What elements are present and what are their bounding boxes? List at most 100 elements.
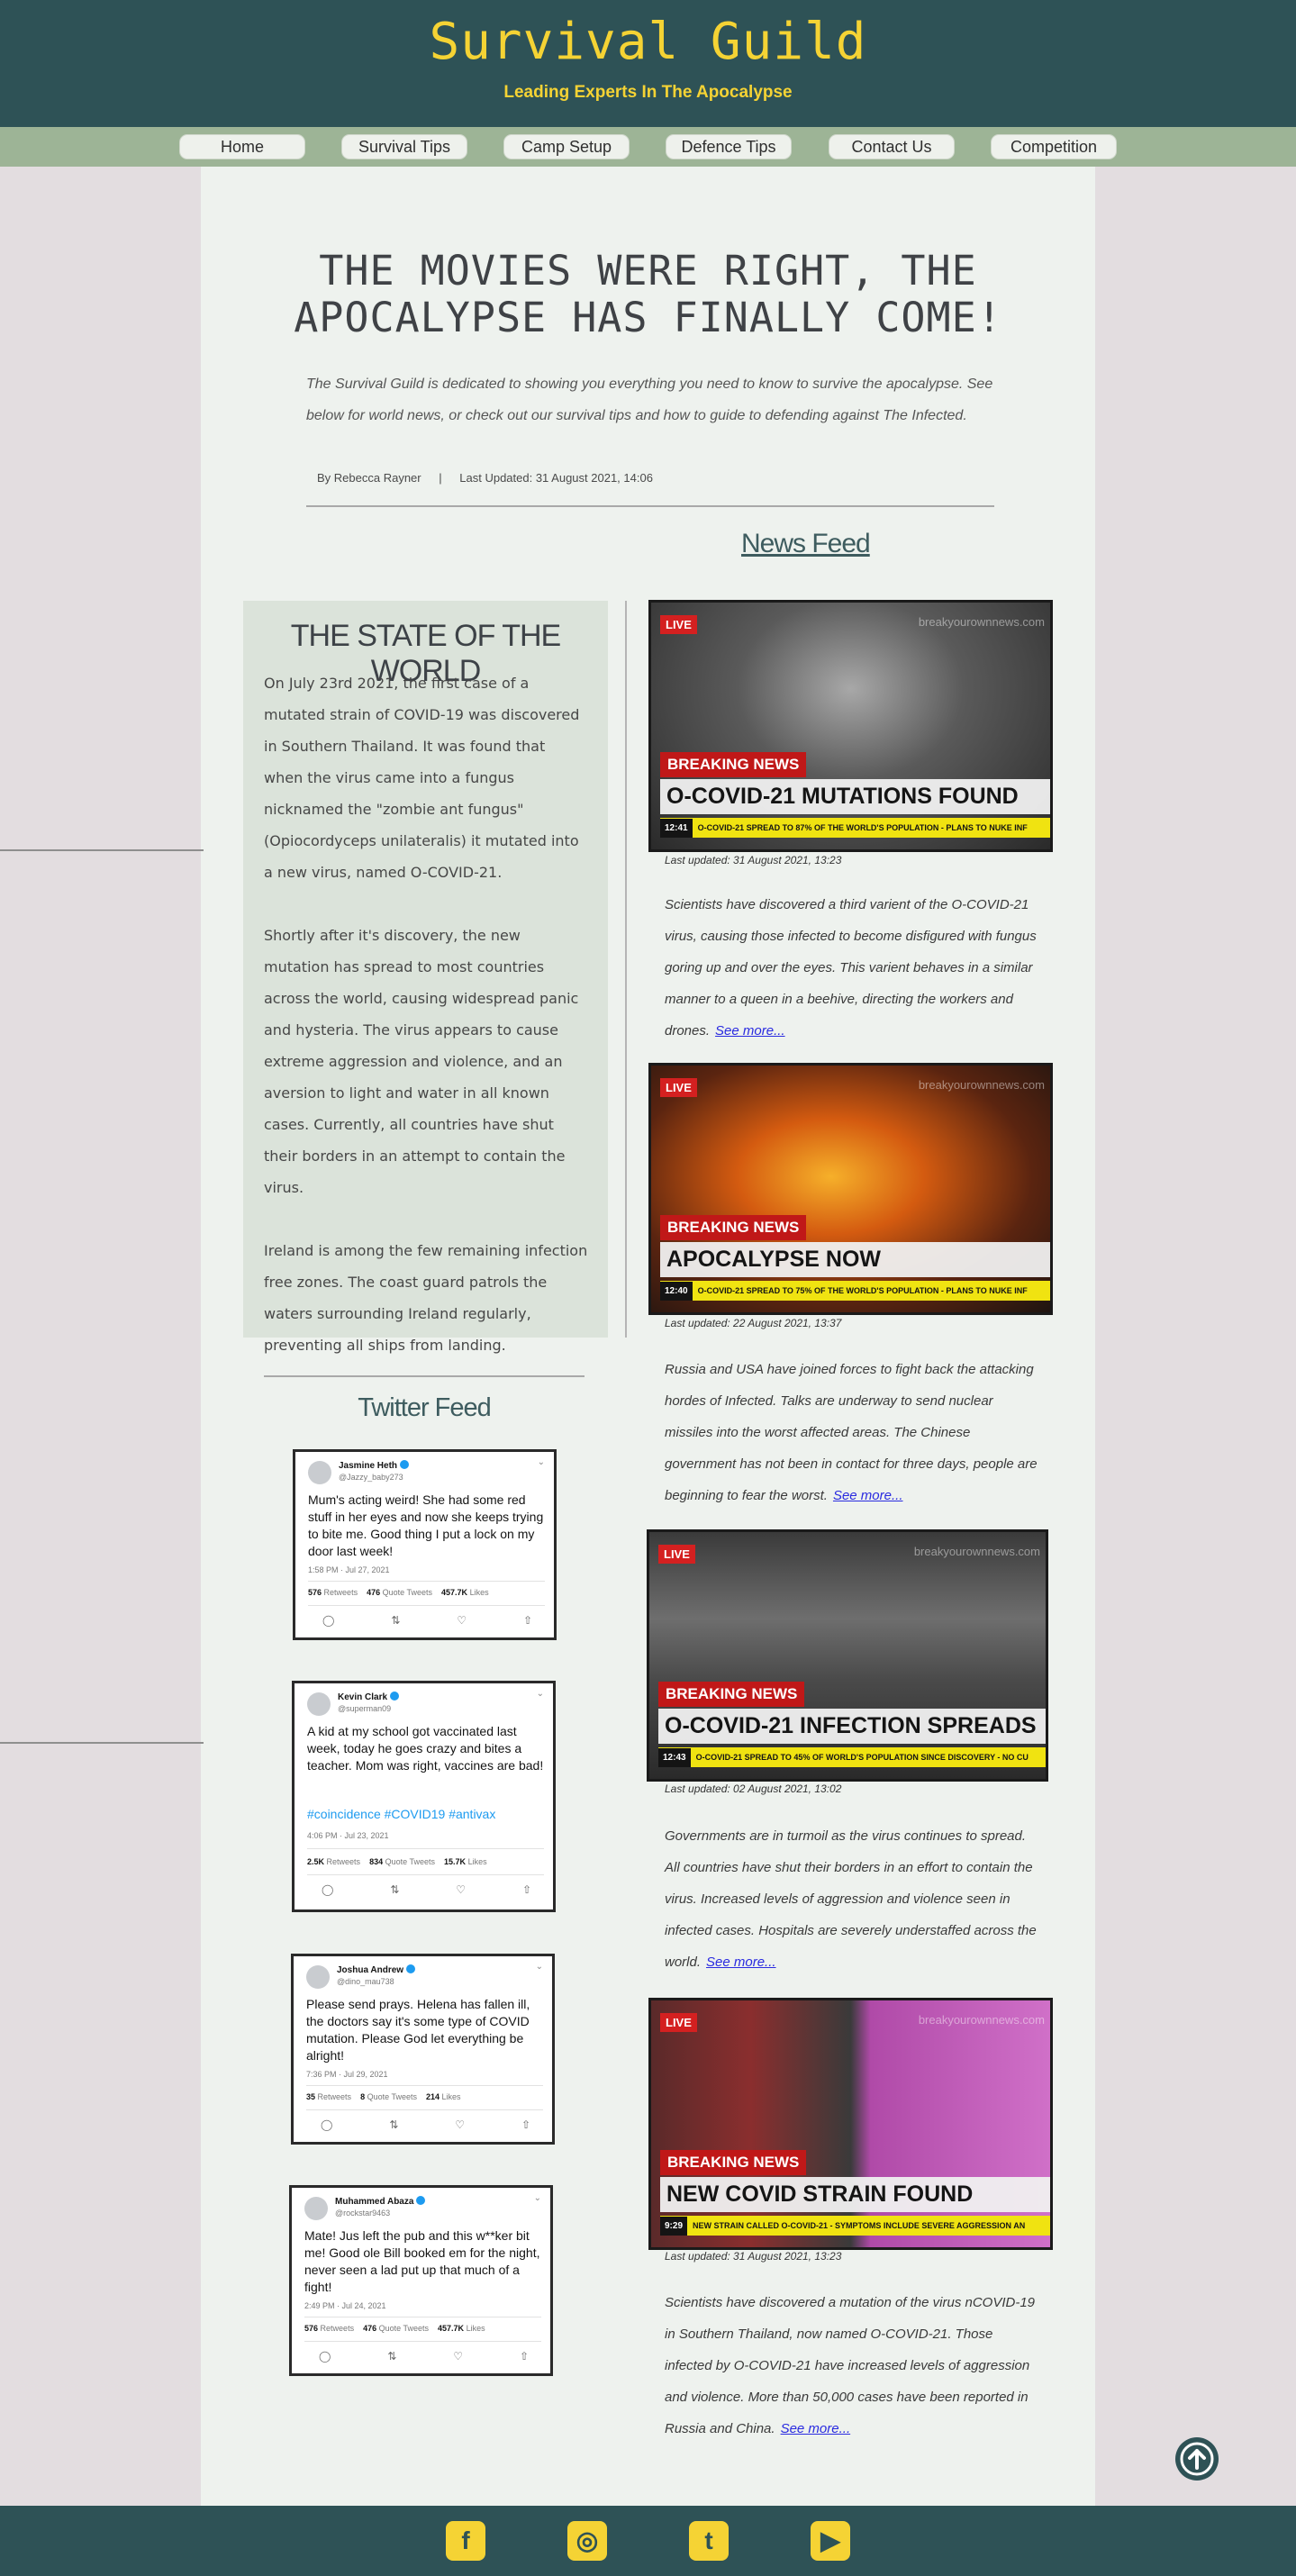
news-image[interactable]: LIVE breakyourownnews.com BREAKING NEWS … xyxy=(647,1529,1048,1782)
verified-icon xyxy=(416,2196,426,2205)
avatar xyxy=(306,1965,330,1989)
youtube-icon[interactable]: ▶ xyxy=(811,2521,850,2561)
watermark: breakyourownnews.com xyxy=(918,1078,1045,1092)
news-feed-title: News Feed xyxy=(741,529,871,558)
news-story: Russia and USA have joined forces to fig… xyxy=(665,1362,1038,1503)
divider xyxy=(306,505,994,507)
see-more-link[interactable]: See more... xyxy=(706,1955,776,1970)
news-headline: NEW COVID STRAIN FOUND xyxy=(660,2177,1050,2212)
retweet-icon[interactable]: ⇅ xyxy=(390,1883,399,1896)
tweet-actions: ◯ ⇅ ♡ ⇧ xyxy=(321,2118,530,2131)
divider xyxy=(306,2085,543,2086)
tweet-card[interactable]: Jasmine Heth @Jazzy_baby273 ⌄ Mum's acti… xyxy=(293,1449,557,1640)
tweet-handle: @rockstar9463 xyxy=(335,2209,391,2218)
chevron-down-icon[interactable]: ⌄ xyxy=(534,2193,541,2203)
watermark: breakyourownnews.com xyxy=(918,2013,1045,2027)
see-more-link[interactable]: See more... xyxy=(715,1023,785,1039)
reply-icon[interactable]: ◯ xyxy=(322,1614,334,1627)
tweet-card[interactable]: Joshua Andrew @dino_mau738 ⌄ Please send… xyxy=(291,1954,555,2145)
tweet-stats: 576 Retweets 476 Quote Tweets 457.7K Lik… xyxy=(304,2324,485,2333)
divider xyxy=(307,1874,544,1875)
tweet-date: 7:36 PM · Jul 29, 2021 xyxy=(306,2070,388,2079)
share-icon[interactable]: ⇧ xyxy=(522,1883,531,1896)
divider xyxy=(308,1605,545,1606)
reply-icon[interactable]: ◯ xyxy=(322,1883,333,1896)
nav-camp-setup[interactable]: Camp Setup xyxy=(503,134,630,159)
news-headline: O-COVID-21 INFECTION SPREADS xyxy=(658,1709,1046,1744)
like-icon[interactable]: ♡ xyxy=(455,2118,465,2131)
news-image[interactable]: LIVE breakyourownnews.com BREAKING NEWS … xyxy=(648,1998,1053,2250)
tweet-handle: @dino_mau738 xyxy=(337,1977,394,1986)
news-image[interactable]: LIVE breakyourownnews.com BREAKING NEWS … xyxy=(648,1063,1053,1315)
instagram-icon[interactable]: ◎ xyxy=(567,2521,607,2561)
like-icon[interactable]: ♡ xyxy=(456,1883,466,1896)
tweet-card[interactable]: Kevin Clark @superman09 ⌄ A kid at my sc… xyxy=(292,1681,556,1912)
reply-icon[interactable]: ◯ xyxy=(319,2350,331,2363)
news-image[interactable]: LIVE breakyourownnews.com BREAKING NEWS … xyxy=(648,600,1053,852)
tweet-text: Mum's acting weird! She had some red stu… xyxy=(308,1492,544,1558)
share-icon[interactable]: ⇧ xyxy=(521,2118,530,2131)
tweet-stats: 2.5K Retweets 834 Quote Tweets 15.7K Lik… xyxy=(307,1857,487,1866)
news-story: Scientists have discovered a third varie… xyxy=(665,897,1037,1039)
world-paragraph: On July 23rd 2021, the first case of a m… xyxy=(264,675,580,881)
tweet-hashtags[interactable]: #coincidence #COVID19 #antivax xyxy=(307,1806,544,1823)
nav-home[interactable]: Home xyxy=(179,134,305,159)
tweet-card[interactable]: Muhammed Abaza @rockstar9463 ⌄ Mate! Jus… xyxy=(289,2185,553,2376)
verified-icon xyxy=(390,1692,400,1701)
share-icon[interactable]: ⇧ xyxy=(523,1614,532,1627)
nav-survival-tips[interactable]: Survival Tips xyxy=(341,134,467,159)
twitter-icon[interactable]: t xyxy=(689,2521,729,2561)
tweet-text: Please send prays. Helena has fallen ill… xyxy=(306,1997,530,2063)
avatar xyxy=(308,1461,331,1484)
tweet-date: 1:58 PM · Jul 27, 2021 xyxy=(308,1565,390,1574)
divider xyxy=(306,2109,543,2110)
news-story: Scientists have discovered a mutation of… xyxy=(665,2295,1036,2436)
retweet-icon[interactable]: ⇅ xyxy=(389,2118,398,2131)
last-updated: Last Updated: 31 August 2021, 14:06 xyxy=(459,471,653,485)
see-more-link[interactable]: See more... xyxy=(781,2421,851,2436)
tweet-author: Kevin Clark xyxy=(338,1692,400,1702)
news-ticker: 12:43 O-COVID-21 SPREAD TO 45% OF WORLD'S… xyxy=(658,1747,1046,1767)
site-title[interactable]: Survival Guild xyxy=(0,13,1296,71)
site-tagline: Leading Experts In The Apocalypse xyxy=(503,83,793,102)
tweet-author: Joshua Andrew xyxy=(337,1964,416,1975)
tweet-actions: ◯ ⇅ ♡ ⇧ xyxy=(322,1883,531,1896)
scroll-to-top-button[interactable] xyxy=(1175,2437,1219,2481)
news-updated: Last updated: 02 August 2021, 13:02 xyxy=(665,1782,842,1795)
chevron-down-icon[interactable]: ⌄ xyxy=(536,1962,543,1972)
reply-icon[interactable]: ◯ xyxy=(321,2118,332,2131)
world-paragraph: Ireland is among the few remaining infec… xyxy=(264,1242,588,1354)
news-headline: APOCALYPSE NOW xyxy=(660,1242,1050,1277)
state-of-world-body: On July 23rd 2021, the first case of a m… xyxy=(264,667,588,1392)
chevron-down-icon[interactable]: ⌄ xyxy=(538,1457,545,1467)
site-header: Survival Guild Leading Experts In The Ap… xyxy=(0,0,1296,127)
retweet-icon[interactable]: ⇅ xyxy=(391,1614,400,1627)
tweet-actions: ◯ ⇅ ♡ ⇧ xyxy=(319,2350,529,2363)
tweet-author: Muhammed Abaza xyxy=(335,2196,426,2207)
like-icon[interactable]: ♡ xyxy=(453,2350,463,2363)
like-icon[interactable]: ♡ xyxy=(457,1614,467,1627)
tweet-author: Jasmine Heth xyxy=(339,1460,410,1471)
news-ticker: 12:40 O-COVID-21 SPREAD TO 75% OF THE WOR… xyxy=(660,1281,1050,1301)
divider xyxy=(304,2341,541,2342)
divider xyxy=(307,1848,544,1849)
column-divider xyxy=(625,601,627,1338)
nav-contact-us[interactable]: Contact Us xyxy=(829,134,955,159)
divider xyxy=(264,1375,585,1377)
tweet-stats: 35 Retweets 8 Quote Tweets 214 Likes xyxy=(306,2092,461,2101)
guide-line xyxy=(0,849,204,851)
author: By Rebecca Rayner xyxy=(317,471,421,485)
chevron-down-icon[interactable]: ⌄ xyxy=(537,1689,544,1699)
tweet-handle: @superman09 xyxy=(338,1704,392,1713)
news-headline: O-COVID-21 MUTATIONS FOUND xyxy=(660,779,1050,814)
share-icon[interactable]: ⇧ xyxy=(520,2350,529,2363)
nav-competition[interactable]: Competition xyxy=(991,134,1117,159)
avatar xyxy=(307,1692,331,1716)
intro-text: The Survival Guild is dedicated to showi… xyxy=(306,376,993,423)
facebook-icon[interactable]: f xyxy=(446,2521,485,2561)
news-ticker: 9:29 NEW STRAIN CALLED O-COVID-21 - SYMPT… xyxy=(660,2216,1050,2236)
retweet-icon[interactable]: ⇅ xyxy=(387,2350,396,2363)
see-more-link[interactable]: See more... xyxy=(833,1488,903,1503)
nav-defence-tips[interactable]: Defence Tips xyxy=(666,134,792,159)
tweet-stats: 576 Retweets 476 Quote Tweets 457.7K Lik… xyxy=(308,1588,489,1597)
